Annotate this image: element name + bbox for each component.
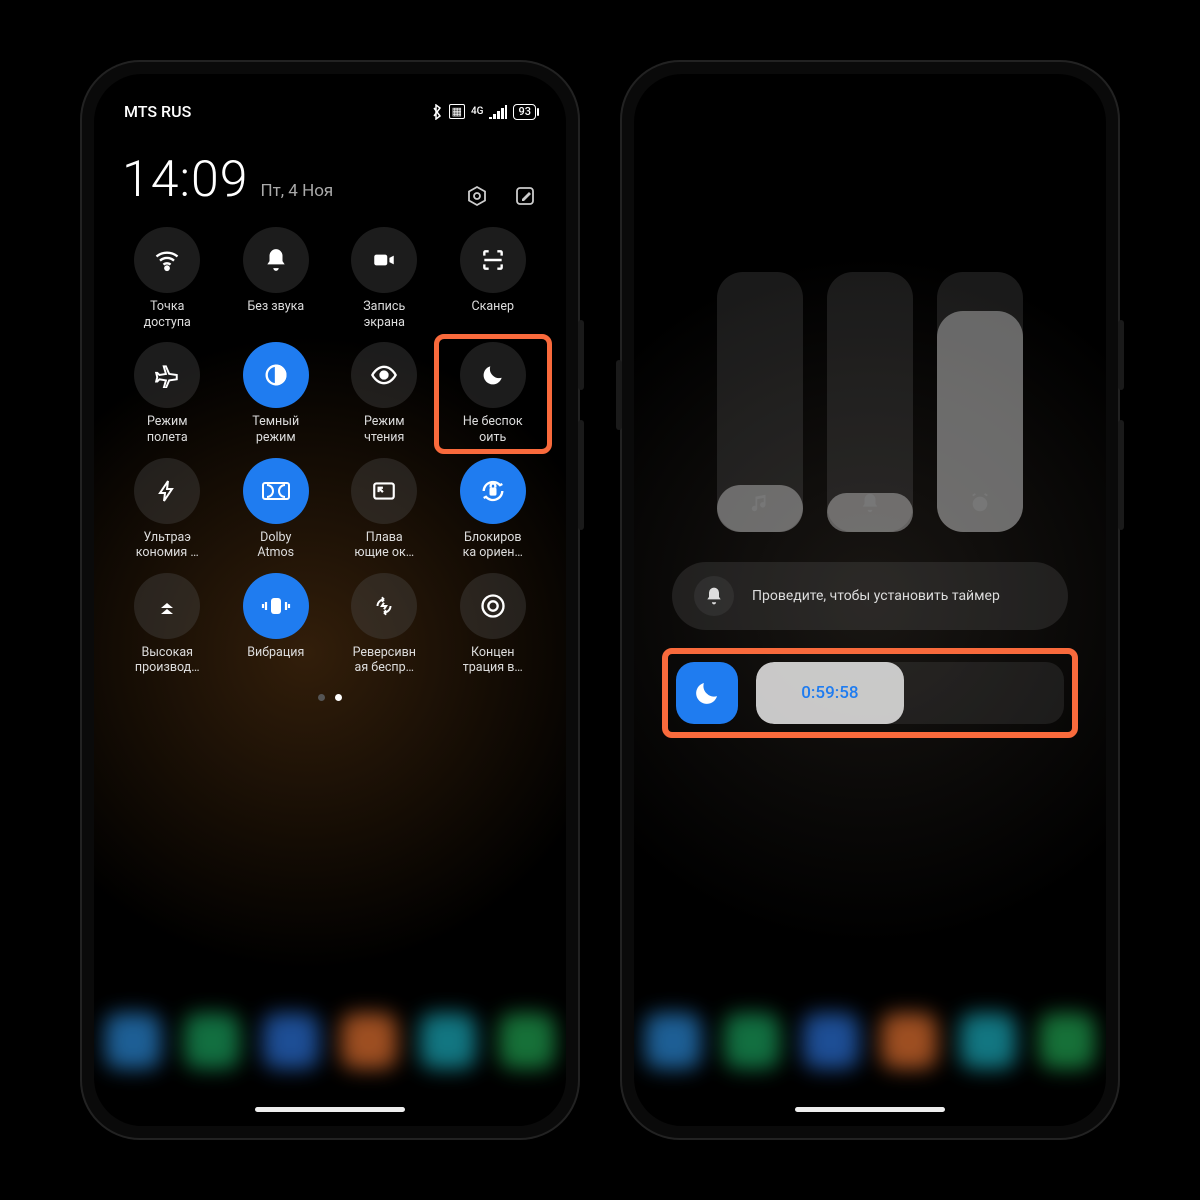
qs-tile-label: Сканер [471, 299, 514, 315]
revcharge-icon [351, 573, 417, 639]
volume-sliders [654, 272, 1086, 532]
dolby-icon [243, 458, 309, 524]
media-volume-slider[interactable] [717, 272, 803, 532]
plane-icon [134, 342, 200, 408]
vibrate-icon [243, 573, 309, 639]
hw-button [1118, 420, 1124, 530]
bell-icon [859, 492, 881, 514]
dock-blurred [634, 996, 1106, 1086]
bell-icon [243, 227, 309, 293]
ring-volume-slider[interactable] [827, 272, 913, 532]
qs-tile-pip[interactable]: Плава ющие ок… [333, 458, 436, 561]
hw-button [578, 420, 584, 530]
qs-tile-vibrate[interactable]: Вибрация [225, 573, 328, 676]
qs-tile-wifi[interactable]: Точка доступа [116, 227, 219, 330]
boost-icon [134, 573, 200, 639]
network-label: 4G [471, 106, 484, 117]
hw-button [1118, 320, 1124, 390]
wifi-icon [134, 227, 200, 293]
timer-hint-label: Проведите, чтобы установить таймер [752, 588, 1000, 604]
lockrot-icon [460, 458, 526, 524]
qs-tile-label: Реверсивн ая беспр… [353, 645, 416, 676]
qs-tile-revcharge[interactable]: Реверсивн ая беспр… [333, 573, 436, 676]
qs-tile-scan[interactable]: Сканер [442, 227, 545, 330]
battery-indicator: 93 [513, 104, 536, 120]
alarm-clock-icon [969, 492, 991, 514]
date-label: Пт, 4 Ноя [260, 181, 333, 201]
qs-tile-label: Темный режим [252, 414, 299, 445]
pager-dots [114, 694, 546, 701]
hw-button [578, 320, 584, 390]
qs-tile-bell[interactable]: Без звука [225, 227, 328, 330]
pager-dot [318, 694, 325, 701]
qs-tile-moon[interactable]: Не беспок оить [442, 342, 545, 445]
qs-tile-focus[interactable]: Концен трация в… [442, 573, 545, 676]
qs-tile-eye[interactable]: Режим чтения [333, 342, 436, 445]
carrier-label: MTS RUS [124, 102, 191, 121]
edit-button[interactable] [512, 183, 538, 209]
phone-right: Проведите, чтобы установить таймер 0:59:… [620, 60, 1120, 1140]
settings-button[interactable] [464, 183, 490, 209]
annotation-highlight [434, 334, 553, 453]
qs-tile-label: Режим полета [147, 414, 188, 445]
darkmode-icon [243, 342, 309, 408]
qs-tile-label: Вибрация [247, 645, 304, 661]
screen-left: MTS RUS ▦ 4G 93 14:09 Пт, 4 Ноя [94, 74, 566, 1126]
focus-icon [460, 573, 526, 639]
qs-tile-label: Блокиров ка ориен… [463, 530, 523, 561]
scan-icon [460, 227, 526, 293]
qs-tile-label: Ультраэ кономия … [136, 530, 199, 561]
dnd-timer-row[interactable]: 0:59:58 [668, 652, 1072, 734]
qs-tile-dolby[interactable]: Dolby Atmos [225, 458, 328, 561]
bell-icon [694, 576, 734, 616]
video-icon [351, 227, 417, 293]
dock-blurred [94, 996, 566, 1086]
home-indicator[interactable] [255, 1107, 405, 1112]
panel-header: 14:09 Пт, 4 Ноя [114, 121, 546, 227]
qs-tile-label: Без звука [247, 299, 304, 315]
dnd-timer-value: 0:59:58 [801, 683, 858, 703]
clock: 14:09 [122, 151, 248, 209]
qs-tile-plane[interactable]: Режим полета [116, 342, 219, 445]
qs-tile-label: Высокая производ… [135, 645, 200, 676]
status-bar: MTS RUS ▦ 4G 93 [114, 92, 546, 121]
qs-tile-label: Режим чтения [364, 414, 405, 445]
timer-hint-pill[interactable]: Проведите, чтобы установить таймер [672, 562, 1068, 630]
dnd-timer-slider[interactable]: 0:59:58 [756, 662, 1064, 724]
qs-tile-label: Точка доступа [144, 299, 191, 330]
pip-icon [351, 458, 417, 524]
qs-tile-label: Плава ющие ок… [354, 530, 414, 561]
qs-tile-boost[interactable]: Высокая производ… [116, 573, 219, 676]
home-indicator[interactable] [795, 1107, 945, 1112]
alarm-volume-slider[interactable] [937, 272, 1023, 532]
quick-settings-grid: Точка доступа Без звука Запись экрана Скане… [114, 227, 546, 676]
phone-left: MTS RUS ▦ 4G 93 14:09 Пт, 4 Ноя [80, 60, 580, 1140]
bluetooth-icon [431, 104, 443, 120]
hw-button [616, 360, 622, 430]
screen-right: Проведите, чтобы установить таймер 0:59:… [634, 74, 1106, 1126]
bolt-icon [134, 458, 200, 524]
qs-tile-lockrot[interactable]: Блокиров ка ориен… [442, 458, 545, 561]
eye-icon [351, 342, 417, 408]
pager-dot [335, 694, 342, 701]
qs-tile-label: Концен трация в… [463, 645, 523, 676]
qs-tile-bolt[interactable]: Ультраэ кономия … [116, 458, 219, 561]
qs-tile-label: Dolby Atmos [257, 530, 294, 561]
status-right: ▦ 4G 93 [431, 104, 536, 120]
sim-icon: ▦ [449, 104, 465, 119]
qs-tile-darkmode[interactable]: Темный режим [225, 342, 328, 445]
qs-tile-label: Запись экрана [363, 299, 405, 330]
signal-icon [489, 105, 507, 119]
music-note-icon [749, 492, 771, 514]
qs-tile-video[interactable]: Запись экрана [333, 227, 436, 330]
